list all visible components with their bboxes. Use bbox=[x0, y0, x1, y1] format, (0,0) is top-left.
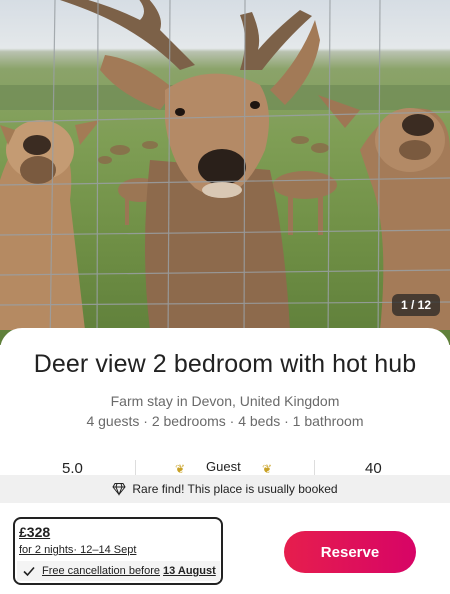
deer-photo-illustration bbox=[0, 0, 450, 345]
stay-dates[interactable]: for 2 nights· 12–14 Sept bbox=[19, 544, 136, 556]
price-summary[interactable]: £328 for 2 nights· 12–14 Sept Free cance… bbox=[13, 517, 223, 585]
cancellation-text: Free cancellation before bbox=[42, 565, 161, 577]
listing-details: 4 guests · 2 bedrooms · 4 beds · 1 bathr… bbox=[86, 413, 364, 429]
check-icon bbox=[23, 566, 35, 577]
cancellation-policy[interactable]: Free cancellation before 13 August bbox=[17, 561, 220, 581]
listing-title: Deer view 2 bedroom with hot hub bbox=[33, 350, 417, 378]
diamond-icon bbox=[112, 483, 126, 496]
listing-photo[interactable]: 1 / 12 bbox=[0, 0, 450, 345]
guest-favourite-badge: Guest bbox=[206, 459, 241, 474]
rare-find-banner: Rare find! This place is usually booked bbox=[0, 475, 450, 503]
cancellation-date: 13 August bbox=[163, 565, 216, 577]
total-price[interactable]: £328 bbox=[19, 524, 50, 540]
reserve-button[interactable]: Reserve bbox=[284, 531, 416, 573]
listing-subtitle: Farm stay in Devon, United Kingdom bbox=[110, 393, 340, 409]
photo-counter: 1 / 12 bbox=[391, 294, 440, 316]
laurel-left-icon: ❦ bbox=[175, 462, 186, 476]
laurel-right-icon: ❦ bbox=[262, 462, 273, 476]
rare-find-text: Rare find! This place is usually booked bbox=[132, 482, 338, 496]
